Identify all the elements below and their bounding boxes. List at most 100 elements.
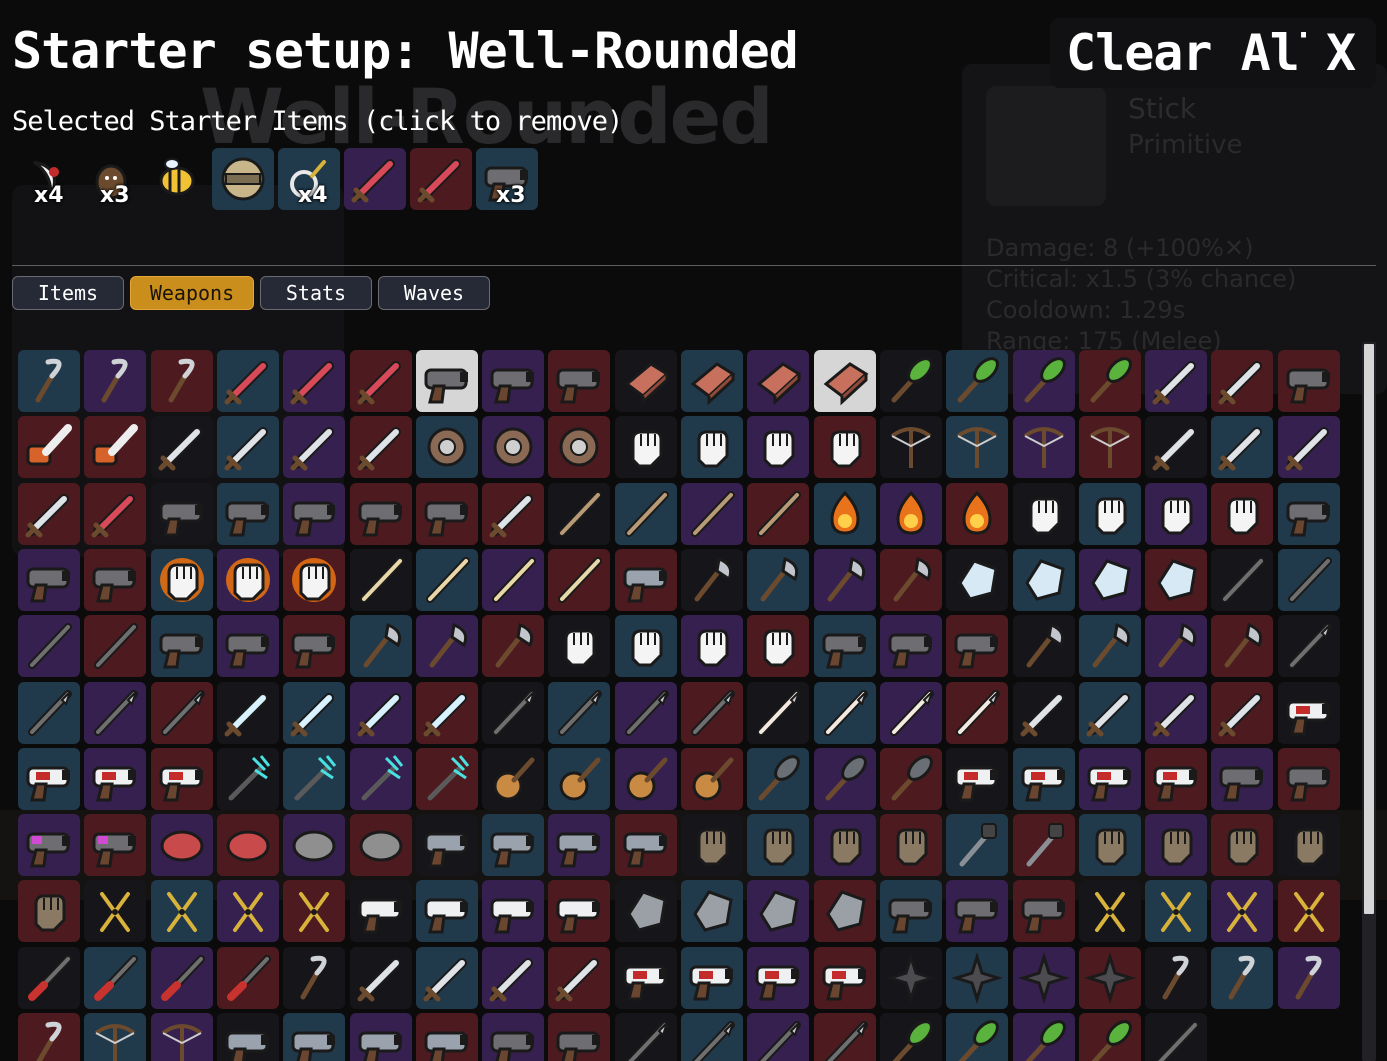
weapon-slot[interactable]	[1079, 814, 1141, 876]
weapon-slot[interactable]	[814, 1013, 876, 1061]
weapon-slot[interactable]	[84, 615, 146, 677]
weapon-slot[interactable]	[1013, 748, 1075, 810]
weapon-slot[interactable]	[482, 549, 544, 611]
weapon-slot[interactable]	[18, 880, 80, 942]
starter-item-slot[interactable]	[344, 148, 406, 210]
weapon-slot[interactable]	[880, 483, 942, 545]
weapon-slot[interactable]	[283, 350, 345, 412]
weapon-slot[interactable]	[681, 1013, 743, 1061]
weapon-slot[interactable]	[615, 615, 677, 677]
weapon-slot[interactable]	[151, 416, 213, 478]
weapon-slot[interactable]	[814, 350, 876, 412]
weapon-slot[interactable]	[283, 748, 345, 810]
weapon-slot[interactable]	[880, 615, 942, 677]
weapon-slot[interactable]	[548, 549, 610, 611]
weapon-slot[interactable]	[1013, 483, 1075, 545]
weapon-slot[interactable]	[1211, 814, 1273, 876]
weapon-slot[interactable]	[615, 682, 677, 744]
weapon-slot[interactable]	[18, 483, 80, 545]
weapon-slot[interactable]	[615, 1013, 677, 1061]
weapon-slot[interactable]	[416, 1013, 478, 1061]
weapon-slot[interactable]	[416, 549, 478, 611]
weapon-slot[interactable]	[615, 416, 677, 478]
weapon-slot[interactable]	[814, 682, 876, 744]
weapon-slot[interactable]	[482, 615, 544, 677]
weapon-slot[interactable]	[1211, 549, 1273, 611]
weapon-slot[interactable]	[681, 615, 743, 677]
weapon-slot[interactable]	[482, 483, 544, 545]
weapon-slot[interactable]	[18, 748, 80, 810]
starter-item-slot[interactable]	[146, 148, 208, 210]
weapon-slot[interactable]	[283, 880, 345, 942]
weapon-slot[interactable]	[1145, 814, 1207, 876]
weapon-slot[interactable]	[1278, 947, 1340, 1009]
weapon-slot[interactable]	[1278, 483, 1340, 545]
weapon-slot[interactable]	[1145, 483, 1207, 545]
weapon-slot[interactable]	[946, 880, 1008, 942]
weapon-slot[interactable]	[747, 549, 809, 611]
weapon-slot[interactable]	[350, 615, 412, 677]
weapon-slot[interactable]	[217, 416, 279, 478]
weapon-slot[interactable]	[482, 416, 544, 478]
weapon-slot[interactable]	[283, 615, 345, 677]
weapon-slot[interactable]	[548, 1013, 610, 1061]
weapon-slot[interactable]	[350, 483, 412, 545]
weapon-slot[interactable]	[1278, 748, 1340, 810]
weapon-slot[interactable]	[350, 880, 412, 942]
weapon-slot[interactable]	[681, 814, 743, 876]
clear-all-button[interactable]: Clear All	[1050, 18, 1344, 88]
weapon-slot[interactable]	[84, 880, 146, 942]
weapon-slot[interactable]	[18, 682, 80, 744]
weapon-slot[interactable]	[1013, 416, 1075, 478]
weapon-slot[interactable]	[1079, 880, 1141, 942]
weapon-slot[interactable]	[814, 483, 876, 545]
weapon-slot[interactable]	[84, 549, 146, 611]
weapon-slot[interactable]	[946, 1013, 1008, 1061]
weapon-slot[interactable]	[151, 1013, 213, 1061]
weapon-slot[interactable]	[350, 814, 412, 876]
weapon-slot[interactable]	[151, 682, 213, 744]
tab-stats[interactable]: Stats	[260, 276, 372, 310]
weapon-slot[interactable]	[615, 483, 677, 545]
starter-item-slot[interactable]: x4	[278, 148, 340, 210]
weapon-slot[interactable]	[84, 947, 146, 1009]
starter-item-slot[interactable]	[212, 148, 274, 210]
weapon-slot[interactable]	[18, 814, 80, 876]
weapon-slot[interactable]	[1079, 947, 1141, 1009]
weapon-slot[interactable]	[1211, 682, 1273, 744]
weapon-slot[interactable]	[548, 350, 610, 412]
weapon-slot[interactable]	[681, 416, 743, 478]
weapon-slot[interactable]	[1145, 549, 1207, 611]
weapon-slot[interactable]	[548, 483, 610, 545]
weapon-slot[interactable]	[747, 615, 809, 677]
weapon-slot[interactable]	[84, 416, 146, 478]
weapon-slot[interactable]	[880, 682, 942, 744]
weapon-slot[interactable]	[283, 1013, 345, 1061]
weapon-slot[interactable]	[946, 483, 1008, 545]
weapon-slot[interactable]	[18, 350, 80, 412]
weapon-slot[interactable]	[814, 880, 876, 942]
weapon-slot[interactable]	[1013, 350, 1075, 412]
weapon-slot[interactable]	[283, 549, 345, 611]
weapon-slot[interactable]	[1211, 947, 1273, 1009]
weapon-slot[interactable]	[416, 748, 478, 810]
weapon-slot[interactable]	[946, 748, 1008, 810]
weapon-slot[interactable]	[681, 880, 743, 942]
weapon-slot[interactable]	[1278, 682, 1340, 744]
weapon-slot[interactable]	[482, 947, 544, 1009]
weapon-slot[interactable]	[350, 947, 412, 1009]
weapon-slot[interactable]	[615, 350, 677, 412]
weapon-slot[interactable]	[1013, 947, 1075, 1009]
weapon-slot[interactable]	[681, 748, 743, 810]
starter-item-slot[interactable]	[410, 148, 472, 210]
weapon-slot[interactable]	[747, 483, 809, 545]
weapon-slot[interactable]	[1145, 615, 1207, 677]
weapon-slot[interactable]	[416, 880, 478, 942]
weapon-slot[interactable]	[416, 814, 478, 876]
weapon-slot[interactable]	[217, 748, 279, 810]
weapon-slot[interactable]	[217, 1013, 279, 1061]
weapon-slot[interactable]	[283, 947, 345, 1009]
weapon-slot[interactable]	[946, 350, 1008, 412]
weapon-slot[interactable]	[1278, 549, 1340, 611]
weapon-slot[interactable]	[482, 1013, 544, 1061]
